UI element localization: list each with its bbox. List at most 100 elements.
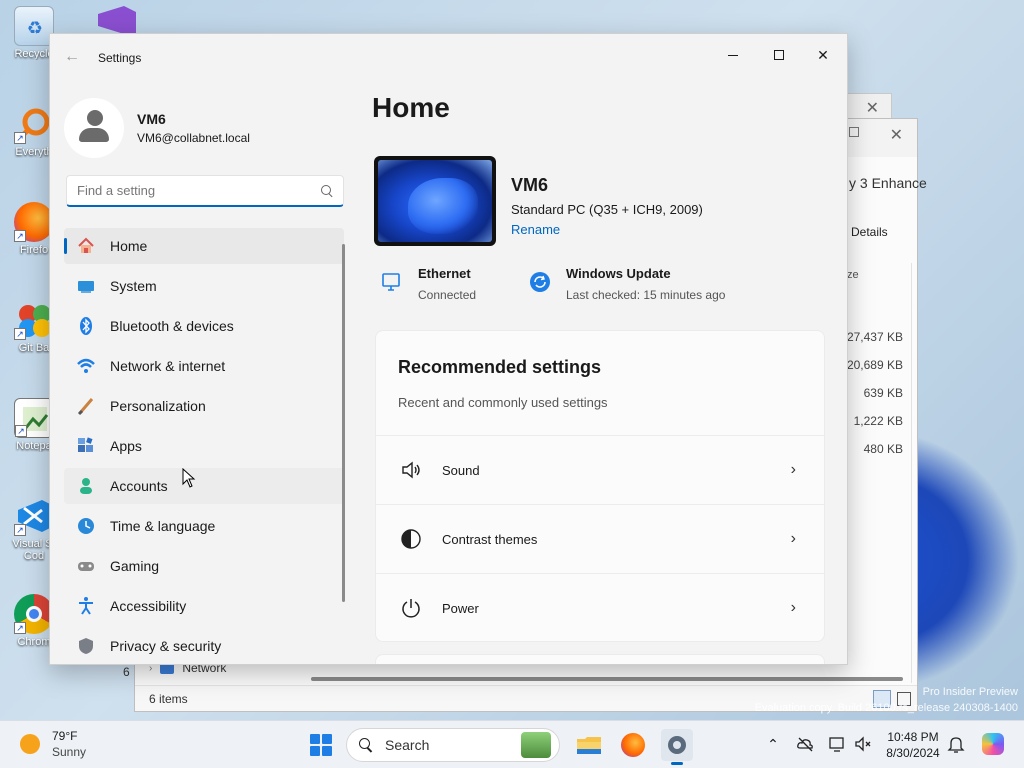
time-language-icon xyxy=(76,516,96,536)
nav-item-personalization[interactable]: Personalization xyxy=(64,388,344,424)
windows-update-status[interactable]: Windows Update Last checked: 15 minutes … xyxy=(528,266,725,302)
user-name: VM6 xyxy=(137,111,166,127)
gaming-icon xyxy=(76,556,96,576)
chevron-up-icon: ⌃ xyxy=(767,735,779,752)
file-size: 1,222 KB xyxy=(853,414,903,428)
nav-item-gaming[interactable]: Gaming xyxy=(64,548,344,584)
avatar[interactable] xyxy=(64,98,124,158)
bluetooth-icon xyxy=(76,316,96,336)
recommended-subtitle: Recent and commonly used settings xyxy=(398,395,608,410)
cloud-offline-icon xyxy=(797,737,813,752)
network-status-tray[interactable] xyxy=(796,735,814,753)
status-subtitle: Connected xyxy=(418,288,477,302)
clock-time: 10:48 PM xyxy=(887,730,939,744)
clock[interactable]: 10:48 PM 8/30/2024 xyxy=(880,729,946,761)
user-account-card[interactable]: VM6 VM6@collabnet.local xyxy=(64,98,250,158)
ethernet-icon xyxy=(382,273,400,291)
windows-update-icon xyxy=(530,272,550,292)
device-spec: Standard PC (Q35 + ICH9, 2009) xyxy=(511,202,703,217)
recommended-item-contrast-themes[interactable]: Contrast themes › xyxy=(376,504,824,573)
taskbar: 79°F Sunny Search ⌃ 10:48 PM 8/30/2024 xyxy=(0,720,1024,768)
firefox-taskbar-button[interactable] xyxy=(617,729,649,761)
close-button[interactable]: ✕ xyxy=(801,40,845,70)
search-input[interactable] xyxy=(77,183,321,198)
watermark-edition: Pro Insider Preview xyxy=(922,686,1018,698)
start-button[interactable] xyxy=(310,734,332,756)
settings-window[interactable]: ← Settings ✕ VM6 VM6@collabnet.local Hom… xyxy=(49,33,848,665)
ethernet-status[interactable]: Ethernet Connected xyxy=(380,266,476,302)
speaker-muted-icon xyxy=(855,736,871,752)
device-wallpaper-thumbnail xyxy=(374,156,496,246)
nav-item-privacy-security[interactable]: Privacy & security xyxy=(64,628,344,664)
nav-item-home[interactable]: Home xyxy=(64,228,344,264)
weather-widget[interactable]: 79°F Sunny xyxy=(20,729,86,759)
search-icon xyxy=(321,184,333,197)
nav-label: Gaming xyxy=(110,558,160,574)
rename-link[interactable]: Rename xyxy=(511,222,703,237)
monitor-icon xyxy=(829,737,844,752)
nav-item-bluetooth[interactable]: Bluetooth & devices xyxy=(64,308,344,344)
minimize-button[interactable] xyxy=(711,40,755,70)
watermark-build: Evaluation copy. Build 26100.rs_release … xyxy=(754,702,1018,714)
file-size: 480 KB xyxy=(863,442,903,456)
nav-label: Apps xyxy=(110,438,142,454)
next-card-edge xyxy=(375,654,825,664)
contrast-themes-icon xyxy=(400,528,422,550)
sun-icon xyxy=(20,734,40,754)
nav-item-network[interactable]: Network & internet xyxy=(64,348,344,384)
close-icon: ✕ xyxy=(817,46,829,63)
nav-item-apps[interactable]: Apps xyxy=(64,428,344,464)
status-title: Ethernet xyxy=(418,266,471,281)
nav-label: Accounts xyxy=(110,478,168,494)
recommended-label: Contrast themes xyxy=(442,531,538,547)
maximize-icon xyxy=(774,50,784,60)
sound-icon xyxy=(400,459,422,481)
nav-scrollbar[interactable] xyxy=(342,244,345,602)
maximize-button[interactable] xyxy=(757,40,801,70)
close-icon[interactable]: ✕ xyxy=(890,125,903,145)
weather-temp: 79°F xyxy=(52,729,78,743)
maximize-icon[interactable] xyxy=(849,127,859,137)
settings-titlebar[interactable]: ← Settings ✕ xyxy=(50,34,847,80)
accounts-icon xyxy=(76,476,96,496)
nav-label: Network & internet xyxy=(110,358,226,374)
nav-item-system[interactable]: System xyxy=(64,268,344,304)
copilot-icon xyxy=(982,733,1004,755)
settings-gear-icon xyxy=(668,736,686,754)
status-subtitle: Last checked: 15 minutes ago xyxy=(566,288,726,302)
page-title: Home xyxy=(372,92,450,123)
system-icon xyxy=(76,276,96,296)
privacy-security-icon xyxy=(76,636,96,656)
show-hidden-icons-chevron[interactable]: ⌃ xyxy=(764,735,782,753)
copilot-button[interactable] xyxy=(982,733,1004,755)
size-column-header[interactable]: ze xyxy=(847,269,859,281)
taskbar-search[interactable]: Search xyxy=(346,728,560,762)
nav-label: Privacy & security xyxy=(110,638,222,654)
explorer-title-fragment: y 3 Enhance xyxy=(849,175,927,191)
home-icon xyxy=(76,236,96,256)
nav-count-fragment: 6 xyxy=(123,665,130,679)
back-arrow-icon[interactable]: ← xyxy=(64,48,80,66)
find-setting-search[interactable] xyxy=(66,175,344,207)
search-icon xyxy=(359,738,373,752)
nav-item-time-language[interactable]: Time & language xyxy=(64,508,344,544)
network-icon xyxy=(76,356,96,376)
nav-label: Time & language xyxy=(110,518,216,534)
nav-item-accessibility[interactable]: Accessibility xyxy=(64,588,344,624)
display-tray[interactable] xyxy=(828,735,846,753)
notifications-button[interactable] xyxy=(947,735,965,753)
file-explorer-taskbar-button[interactable] xyxy=(573,729,605,761)
nav-item-accounts[interactable]: Accounts xyxy=(64,468,344,504)
horizontal-scrollbar[interactable] xyxy=(311,677,903,681)
chevron-right-icon: › xyxy=(790,530,796,547)
recommended-item-sound[interactable]: Sound › xyxy=(376,435,824,504)
speaker-tray[interactable] xyxy=(854,735,872,753)
recommended-item-power[interactable]: Power › xyxy=(376,573,824,642)
svg-text:♻: ♻ xyxy=(27,18,43,38)
nav-label: Accessibility xyxy=(110,598,187,614)
settings-taskbar-button[interactable] xyxy=(661,729,693,765)
visual-studio-icon[interactable] xyxy=(94,4,138,34)
close-icon[interactable]: ✕ xyxy=(866,98,879,118)
weather-condition: Sunny xyxy=(52,745,87,759)
clock-date: 8/30/2024 xyxy=(886,746,940,760)
